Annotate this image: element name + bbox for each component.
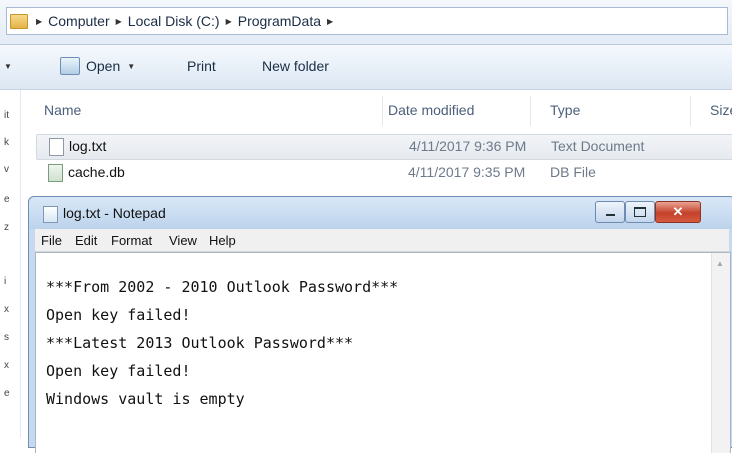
- breadcrumb-label: ProgramData: [237, 13, 321, 29]
- folder-icon: [10, 13, 28, 29]
- document-text[interactable]: ***From 2002 - 2010 Outlook Password*** …: [46, 273, 696, 413]
- text-file-icon: [49, 138, 64, 156]
- open-label: Open: [86, 58, 121, 74]
- text-line: Windows vault is empty: [46, 390, 245, 408]
- text-line: ***From 2002 - 2010 Outlook Password***: [46, 278, 399, 296]
- notepad-icon: [60, 57, 80, 75]
- menu-bar: File Edit Format View Help: [35, 229, 729, 252]
- breadcrumb-label: Local Disk (C:): [127, 13, 220, 29]
- file-row-log-txt[interactable]: log.txt 4/11/2017 9:36 PM Text Document: [36, 134, 732, 160]
- breadcrumb-arrow-icon[interactable]: ▶: [226, 17, 232, 26]
- notepad-window: log.txt - Notepad ✕ File Edit Format Vie…: [28, 196, 732, 453]
- nav-item-fragment[interactable]: k: [4, 137, 9, 148]
- menu-format[interactable]: Format: [111, 233, 152, 248]
- minimize-button[interactable]: [595, 201, 625, 223]
- nav-item-fragment[interactable]: x: [4, 304, 9, 315]
- nav-item-fragment[interactable]: v: [4, 164, 9, 175]
- open-button[interactable]: Open ▼: [60, 57, 135, 75]
- print-button[interactable]: Print: [187, 58, 216, 74]
- navigation-pane[interactable]: it k v e z i x s x e: [0, 90, 21, 438]
- chevron-down-icon[interactable]: ▼: [127, 62, 135, 71]
- breadcrumb-arrow-icon[interactable]: ▶: [327, 17, 333, 26]
- text-line: Open key failed!: [46, 306, 191, 324]
- column-header-type[interactable]: Type: [550, 102, 580, 118]
- column-divider[interactable]: [382, 96, 383, 126]
- new-folder-button[interactable]: New folder: [262, 58, 329, 74]
- vertical-scrollbar[interactable]: ▲: [711, 253, 730, 453]
- breadcrumb-computer[interactable]: ▶ Computer: [34, 13, 114, 29]
- organize-dropdown-icon[interactable]: ▼: [4, 62, 12, 71]
- file-list: Name Date modified Type Size log.txt 4/1…: [22, 90, 732, 200]
- file-type: DB File: [550, 164, 596, 180]
- menu-edit[interactable]: Edit: [75, 233, 97, 248]
- nav-item-fragment[interactable]: s: [4, 332, 9, 343]
- text-line: Open key failed!: [46, 362, 191, 380]
- nav-item-fragment[interactable]: e: [4, 388, 10, 399]
- menu-help[interactable]: Help: [209, 233, 236, 248]
- close-button[interactable]: ✕: [655, 201, 701, 223]
- command-bar: ▼ Open ▼ Print New folder: [0, 45, 732, 90]
- nav-item-fragment[interactable]: z: [4, 222, 9, 233]
- breadcrumb-arrow-icon[interactable]: ▶: [36, 17, 42, 26]
- column-header-size[interactable]: Size: [710, 102, 732, 118]
- maximize-button[interactable]: [625, 201, 655, 223]
- nav-item-fragment[interactable]: x: [4, 360, 9, 371]
- maximize-icon: [634, 207, 646, 217]
- file-date: 4/11/2017 9:35 PM: [408, 164, 526, 180]
- breadcrumb-programdata[interactable]: ▶ ProgramData: [224, 13, 325, 29]
- menu-file[interactable]: File: [41, 233, 62, 248]
- breadcrumb-arrow-icon[interactable]: ▶: [116, 17, 122, 26]
- file-date: 4/11/2017 9:36 PM: [409, 138, 527, 154]
- address-bar: ▶ Computer ▶ Local Disk (C:) ▶ ProgramDa…: [0, 0, 732, 45]
- file-name: log.txt: [69, 138, 107, 154]
- column-divider[interactable]: [690, 96, 691, 126]
- nav-item-fragment[interactable]: e: [4, 194, 10, 205]
- file-type: Text Document: [551, 138, 645, 154]
- window-title: log.txt - Notepad: [63, 205, 166, 221]
- menu-view[interactable]: View: [169, 233, 197, 248]
- column-header-date-modified[interactable]: Date modified: [388, 102, 474, 118]
- file-row-cache-db[interactable]: cache.db 4/11/2017 9:35 PM DB File: [36, 161, 732, 185]
- scroll-up-icon[interactable]: ▲: [716, 259, 724, 268]
- text-editor-area[interactable]: ***From 2002 - 2010 Outlook Password*** …: [35, 252, 731, 453]
- minimize-icon: [605, 214, 615, 216]
- close-icon: ✕: [672, 204, 684, 219]
- nav-item-fragment[interactable]: i: [4, 276, 6, 287]
- breadcrumb-label: Computer: [48, 13, 110, 29]
- breadcrumb-more[interactable]: ▶: [325, 17, 339, 26]
- notepad-icon: [43, 206, 58, 223]
- column-divider[interactable]: [530, 96, 531, 126]
- nav-item-fragment[interactable]: it: [4, 110, 9, 121]
- db-file-icon: [48, 164, 63, 182]
- text-line: ***Latest 2013 Outlook Password***: [46, 334, 354, 352]
- breadcrumb-local-disk[interactable]: ▶ Local Disk (C:): [114, 13, 224, 29]
- column-header-name[interactable]: Name: [44, 102, 81, 118]
- file-name: cache.db: [68, 164, 125, 180]
- address-field[interactable]: ▶ Computer ▶ Local Disk (C:) ▶ ProgramDa…: [6, 7, 728, 35]
- notepad-title-bar[interactable]: log.txt - Notepad ✕: [29, 197, 732, 229]
